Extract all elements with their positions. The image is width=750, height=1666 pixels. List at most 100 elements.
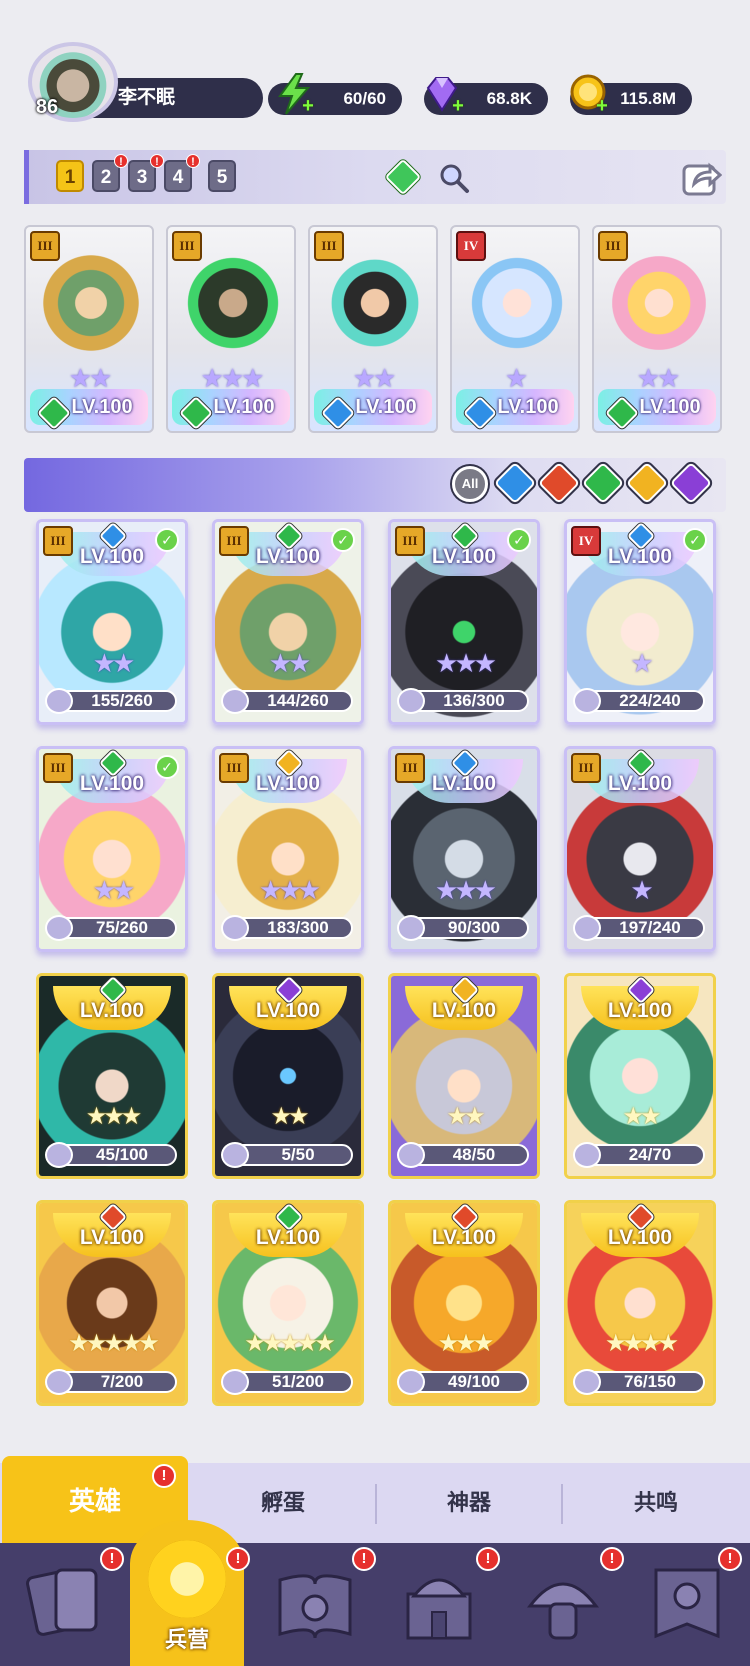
nav-building-alert: ! [476,1547,500,1571]
hero-portrait [36,249,146,369]
rank-badge: III [395,753,425,783]
team-card[interactable]: IV ★ LV.100 [450,225,580,433]
fragment-icon [221,915,249,941]
energy-value: 60/60 [343,89,386,108]
nav-cards[interactable] [20,1560,110,1650]
gem-value: 68.8K [486,89,532,108]
fragment-icon [397,1142,425,1168]
rank-badge: III [43,526,73,556]
fragment-icon [573,1142,601,1168]
team-card[interactable]: III ★★ LV.100 [592,225,722,433]
mushroom-icon [526,1582,600,1640]
nav-barracks[interactable]: 兵营 [130,1520,244,1666]
hero-card[interactable]: LV.100 III ★★★ 90/300 [388,746,540,952]
banner-icon [654,1568,720,1639]
star-rating: ★★★ [437,1330,495,1357]
hero-card[interactable]: LV.100 III ✓ ★★★ 136/300 [388,519,540,725]
rank-badge: III [314,231,344,261]
nav-cards-alert: ! [100,1547,124,1571]
filter-all-button[interactable]: All [452,466,488,502]
star-rating: ★★★★ [604,1330,679,1357]
hero-card[interactable]: LV.100 III ✓ ★★ 144/260 [212,519,364,725]
hero-card[interactable]: LV.100 ★★★★★ 51/200 [212,1200,364,1406]
star-rating: ★★ [92,648,136,678]
nav-mushroom[interactable] [518,1560,608,1650]
fragment-icon [45,688,73,714]
fragment-icon [45,1369,73,1395]
hero-portrait [604,249,714,369]
nav-banner[interactable] [642,1560,732,1650]
team-card[interactable]: III ★★ LV.100 [308,225,438,433]
star-rating: ★★★ [259,875,321,905]
rank-badge: III [43,753,73,783]
star-rating: ★★★ [85,1103,143,1130]
fragment-icon [45,915,73,941]
nav-book-alert: ! [352,1547,376,1571]
hero-portrait [178,249,288,369]
nav-mushroom-alert: ! [600,1547,624,1571]
hero-card[interactable]: LV.100 ★★★ 49/100 [388,1200,540,1406]
star-rating: ★★ [270,1103,309,1130]
gem-plus-icon[interactable]: + [450,96,466,116]
rank-badge: III [30,231,60,261]
coin-plus-icon[interactable]: + [594,96,610,116]
nav-banner-alert: ! [718,1547,742,1571]
player-name: 李不眠 [118,87,176,108]
fragment-icon [221,1142,249,1168]
rank-badge: III [598,231,628,261]
energy-plus-icon[interactable]: + [300,96,316,116]
hero-card[interactable]: LV.100 ★★★★★ 7/200 [36,1200,188,1406]
hero-card[interactable]: LV.100 III ✓ ★★ 155/260 [36,519,188,725]
hero-card[interactable]: LV.100 ★★ 24/70 [564,973,716,1179]
player-level: 86 [35,96,59,118]
owned-check-icon: ✓ [155,755,179,779]
magnifier-icon[interactable] [438,162,470,194]
nav-building[interactable] [394,1560,484,1650]
hero-card[interactable]: LV.100 III ★★★ 183/300 [212,746,364,952]
hero-card[interactable]: LV.100 IV ✓ ★ 224/240 [564,519,716,725]
hero-card[interactable]: LV.100 III ★ 197/240 [564,746,716,952]
team-card[interactable]: III ★★ LV.100 [24,225,154,433]
cards-icon [26,1568,98,1636]
team-slot-2-alert: ! [114,154,128,168]
team-slot-5[interactable]: 5 [208,160,236,192]
star-rating: ★★★ [435,875,497,905]
hero-card[interactable]: LV.100 ★★ 5/50 [212,973,364,1179]
fragment-icon [397,688,425,714]
fragment-icon [221,1369,249,1395]
team-slot-4-alert: ! [186,154,200,168]
fragment-icon [45,1142,73,1168]
star-rating: ★ [630,648,653,678]
rank-badge: IV [456,231,486,261]
star-rating: ★★★★★ [244,1330,336,1357]
nav-book[interactable] [270,1560,360,1650]
owned-check-icon: ✓ [155,528,179,552]
star-rating: ★ [630,875,653,905]
tab-artifacts[interactable]: 神器 [376,1463,562,1543]
rank-badge: III [395,526,425,556]
hero-card[interactable]: LV.100 ★★★ 45/100 [36,973,188,1179]
rank-badge: III [172,231,202,261]
star-rating: ★★★ [435,648,497,678]
rank-badge: III [571,753,601,783]
star-rating: ★★ [92,875,136,905]
star-rating: ★★ [446,1103,485,1130]
rank-badge: IV [571,526,601,556]
team-card[interactable]: III ★★★ LV.100 [166,225,296,433]
fragment-icon [397,1369,425,1395]
owned-check-icon: ✓ [683,528,707,552]
owned-check-icon: ✓ [331,528,355,552]
star-rating: ★★★★★ [68,1330,160,1357]
tab-resonance[interactable]: 共鸣 [562,1463,750,1543]
share-icon[interactable] [680,156,722,198]
star-rating: ★★ [268,648,312,678]
owned-check-icon: ✓ [507,528,531,552]
team-slot-3-alert: ! [150,154,164,168]
fragment-icon [397,915,425,941]
hero-card[interactable]: LV.100 III ✓ ★★ 75/260 [36,746,188,952]
team-slot-1[interactable]: 1 [56,160,84,192]
star-rating: ★★ [622,1103,661,1130]
hero-card[interactable]: LV.100 ★★ 48/50 [388,973,540,1179]
fragment-icon [573,1369,601,1395]
hero-card[interactable]: LV.100 ★★★★ 76/150 [564,1200,716,1406]
